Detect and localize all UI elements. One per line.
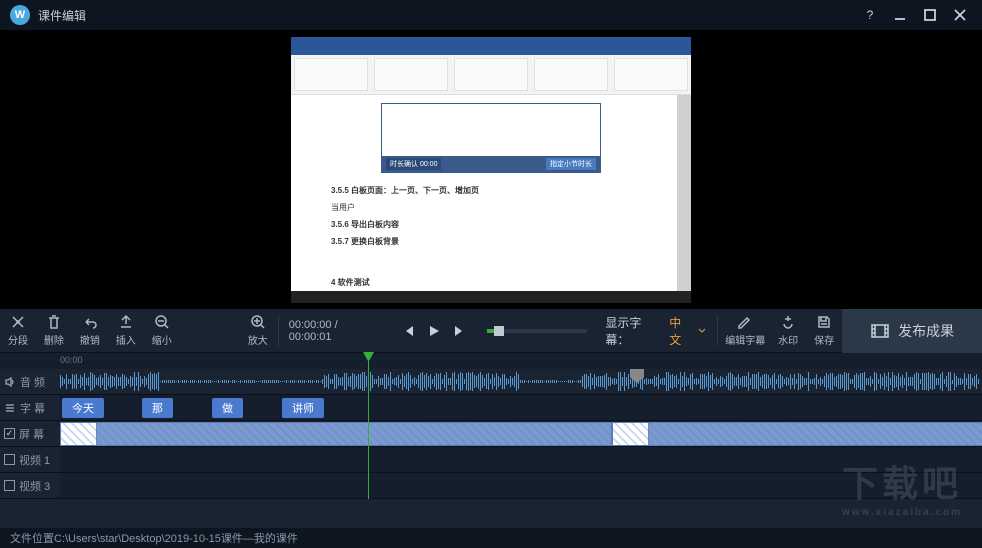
menu-icon xyxy=(4,402,16,414)
next-button[interactable] xyxy=(449,320,471,342)
timeline: 00:00 音 频 字 幕 今天 那 做 讲师 xyxy=(0,353,982,499)
speaker-icon xyxy=(4,376,16,388)
subtitle-tag[interactable]: 讲师 xyxy=(282,398,324,418)
time-display: 00:00:00 / 00:00:01 xyxy=(289,319,384,343)
audio-track: 音 频 xyxy=(0,369,982,395)
video3-track-header: 视频 3 xyxy=(0,473,60,498)
subtitle-track-header: 字 幕 xyxy=(0,395,60,420)
screen-track: 屏 幕 xyxy=(0,421,982,447)
close-button[interactable] xyxy=(948,3,972,27)
status-bar: 文件位置 C:\Users\star\Desktop\2019-10-15课件—… xyxy=(0,528,982,548)
app-title: 课件编辑 xyxy=(38,7,852,24)
screen-track-header: 屏 幕 xyxy=(0,421,60,446)
prev-button[interactable] xyxy=(397,320,419,342)
file-location-path: C:\Users\star\Desktop\2019-10-15课件—我的课件 xyxy=(54,530,298,546)
video-preview: 时长确认 00:00 指定小节时长 3.5.5 白板页面：上一页、下一页、增加页… xyxy=(0,30,982,309)
insert-button[interactable]: 插入 xyxy=(108,309,144,353)
screen-checkbox[interactable] xyxy=(4,428,15,439)
toolbar: 分段 删除 撤销 插入 缩小 放大 00:00:00 / 00:00:01 显示… xyxy=(0,309,982,353)
play-button[interactable] xyxy=(423,320,445,342)
split-button[interactable]: 分段 xyxy=(0,309,36,353)
minimize-button[interactable] xyxy=(888,3,912,27)
audio-track-header: 音 频 xyxy=(0,369,60,394)
zoom-out-button[interactable]: 缩小 xyxy=(144,309,180,353)
video1-checkbox[interactable] xyxy=(4,454,15,465)
audio-waveform[interactable] xyxy=(60,369,982,394)
maximize-button[interactable] xyxy=(918,3,942,27)
undo-button[interactable]: 撤销 xyxy=(72,309,108,353)
subtitle-tag[interactable]: 做 xyxy=(212,398,243,418)
watermark-button[interactable]: 水印 xyxy=(770,309,806,353)
screen-clip[interactable] xyxy=(60,422,612,446)
help-button[interactable]: ? xyxy=(858,3,882,27)
title-bar: W 课件编辑 ? xyxy=(0,0,982,30)
subtitle-tag[interactable]: 那 xyxy=(142,398,173,418)
file-location-label: 文件位置 xyxy=(10,530,54,546)
subtitle-track: 字 幕 今天 那 做 讲师 xyxy=(0,395,982,421)
preview-document: 时长确认 00:00 指定小节时长 3.5.5 白板页面：上一页、下一页、增加页… xyxy=(291,37,691,303)
playhead[interactable] xyxy=(368,353,369,499)
video3-track: 视频 3 xyxy=(0,473,982,499)
zoom-in-button[interactable]: 放大 xyxy=(240,309,276,353)
subtitle-display-toggle[interactable]: 显示字幕：中文 xyxy=(605,314,707,348)
subtitle-tag[interactable]: 今天 xyxy=(62,398,104,418)
chevron-down-icon xyxy=(697,326,707,336)
volume-slider[interactable] xyxy=(487,329,587,333)
editor-panel: 分段 删除 撤销 插入 缩小 放大 00:00:00 / 00:00:01 显示… xyxy=(0,309,982,499)
delete-button[interactable]: 删除 xyxy=(36,309,72,353)
video1-track: 视频 1 xyxy=(0,447,982,473)
video3-checkbox[interactable] xyxy=(4,480,15,491)
screen-clip[interactable] xyxy=(612,422,982,446)
film-icon xyxy=(870,321,890,341)
video1-track-header: 视频 1 xyxy=(0,447,60,472)
timeline-ruler[interactable]: 00:00 xyxy=(0,353,982,369)
edit-subtitle-button[interactable]: 编辑字幕 xyxy=(720,309,770,353)
save-button[interactable]: 保存 xyxy=(806,309,842,353)
app-logo-icon: W xyxy=(10,5,30,25)
publish-button[interactable]: 发布成果 xyxy=(842,309,982,353)
